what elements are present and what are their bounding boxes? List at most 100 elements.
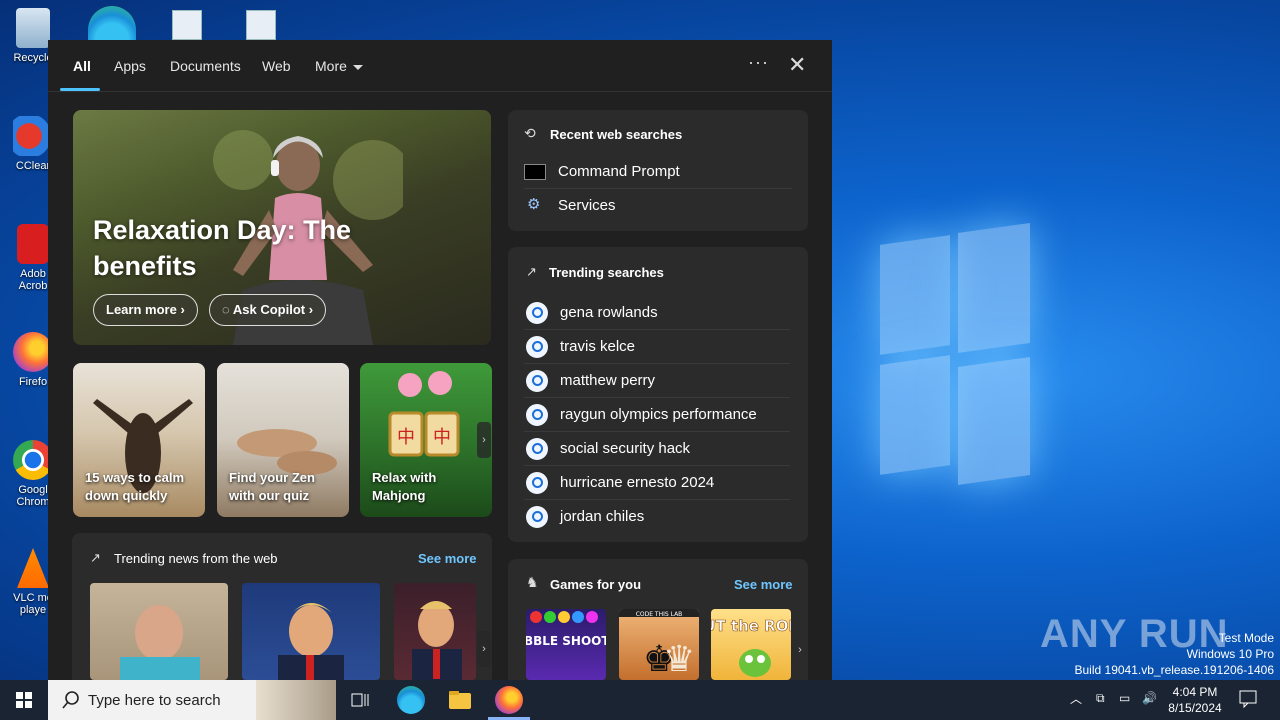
- search-tabs: All Apps Documents Web More ··· ✕: [48, 40, 832, 92]
- start-button[interactable]: [0, 680, 48, 720]
- more-options-button[interactable]: ···: [748, 52, 769, 73]
- windows-logo-wallpaper: [880, 222, 1030, 486]
- game-chess[interactable]: CODE THIS LAB ♚ ♛: [619, 609, 699, 680]
- trending-item[interactable]: social security hack: [524, 432, 790, 466]
- desktop-icon-edge[interactable]: [88, 6, 136, 40]
- search-icon: [62, 691, 79, 709]
- card-mahjong[interactable]: 中 中 Relax with Mahjong: [360, 363, 492, 517]
- trending-item-label: matthew perry: [560, 372, 656, 389]
- chevron-right-icon: ›: [308, 302, 314, 317]
- vlc-icon: [17, 548, 49, 588]
- recent-searches-title: Recent web searches: [550, 127, 683, 142]
- trending-icon: ↗: [90, 550, 101, 565]
- watermark-line-3: Build 19041.vb_release.191206-1406: [1074, 663, 1275, 677]
- game-image: CODE THIS LAB ♚♛: [619, 609, 699, 680]
- tab-more-label: More: [315, 58, 347, 74]
- cards-next-button[interactable]: ›: [477, 422, 491, 458]
- taskbar-search-box[interactable]: Type here to search: [48, 680, 336, 720]
- card-calm-down[interactable]: 15 ways to calm down quickly: [73, 363, 205, 517]
- games-title: Games for you: [550, 577, 642, 592]
- trending-item[interactable]: gena rowlands: [524, 296, 790, 330]
- tab-apps[interactable]: Apps: [114, 58, 146, 74]
- hero-card[interactable]: Relaxation Day: The benefits Learn more …: [73, 110, 491, 345]
- trending-item-label: hurricane ernesto 2024: [560, 474, 715, 491]
- search-icon: [526, 370, 548, 392]
- game-bubble-shooter[interactable]: BUBBLE SHOOTER: [526, 609, 606, 680]
- news-item-2[interactable]: [242, 583, 380, 680]
- recent-item-command-prompt[interactable]: Command Prompt: [524, 155, 792, 189]
- desktop-icon-label: Firefo: [18, 376, 48, 388]
- news-item-3[interactable]: [394, 583, 476, 680]
- learn-more-button[interactable]: Learn more ›: [93, 294, 198, 326]
- trending-item[interactable]: raygun olympics performance: [524, 398, 790, 432]
- close-button[interactable]: ✕: [788, 52, 806, 78]
- taskbar-clock[interactable]: 4:04 PM 8/15/2024: [1160, 684, 1230, 716]
- tab-more[interactable]: More: [315, 58, 363, 74]
- trending-item-label: raygun olympics performance: [560, 406, 757, 423]
- notifications-button[interactable]: [1238, 688, 1258, 720]
- trending-item[interactable]: matthew perry: [524, 364, 790, 398]
- news-next-button[interactable]: ›: [477, 631, 491, 667]
- news-image: [278, 603, 344, 680]
- game-image: CUT the ROPE: [711, 617, 791, 677]
- trending-searches-box: ↗ Trending searches gena rowlands travis…: [508, 247, 808, 542]
- search-placeholder: Type here to search: [88, 692, 221, 709]
- trending-searches-title: Trending searches: [549, 265, 664, 280]
- tray-icon: ⧉: [1096, 691, 1105, 705]
- edge-taskbar-icon[interactable]: [397, 686, 425, 714]
- search-icon: [526, 404, 548, 426]
- ask-copilot-button[interactable]: ◌ Ask Copilot ›: [209, 294, 327, 326]
- command-prompt-icon: [524, 164, 546, 180]
- trending-item-label: jordan chiles: [560, 508, 645, 525]
- chevron-up-icon: ︿: [1070, 692, 1083, 706]
- chevron-right-icon: ›: [180, 302, 185, 317]
- active-tab-indicator: [60, 88, 100, 91]
- search-icon: [526, 336, 548, 358]
- news-item-1[interactable]: [90, 583, 228, 680]
- trending-news-title: Trending news from the web: [114, 551, 278, 566]
- firefox-icon: [13, 332, 53, 372]
- task-view-button[interactable]: [346, 686, 374, 714]
- search-panel: All Apps Documents Web More ··· ✕ Relaxa…: [48, 40, 832, 680]
- tab-all[interactable]: All: [73, 58, 91, 74]
- trending-item[interactable]: hurricane ernesto 2024: [524, 466, 790, 500]
- search-icon: [526, 302, 548, 324]
- volume-tray-icon[interactable]: 🔊: [1142, 691, 1157, 720]
- show-hidden-icons-button[interactable]: ︿: [1070, 690, 1082, 720]
- task-view-icon: [351, 693, 369, 707]
- recent-searches-box: ⟲ Recent web searches Command Prompt ⚙ S…: [508, 110, 808, 231]
- tab-documents[interactable]: Documents: [170, 58, 241, 74]
- tab-web[interactable]: Web: [262, 58, 291, 74]
- games-see-more-link[interactable]: See more: [734, 577, 793, 592]
- trending-item[interactable]: jordan chiles: [524, 500, 790, 534]
- recent-item-services[interactable]: ⚙ Services: [524, 189, 792, 223]
- chat-icon: ◌: [222, 302, 230, 317]
- clock-time: 4:04 PM: [1172, 685, 1218, 699]
- trending-icon: ↗: [526, 264, 537, 279]
- recent-item-label: Command Prompt: [558, 163, 680, 180]
- file-explorer-taskbar-icon[interactable]: [446, 686, 474, 714]
- hero-title: Relaxation Day: The benefits: [93, 215, 352, 281]
- ask-copilot-label: Ask Copilot: [232, 302, 306, 317]
- firefox-taskbar-icon[interactable]: [495, 686, 523, 714]
- network-tray-icon[interactable]: ▭: [1119, 691, 1130, 720]
- game-cut-the-rope[interactable]: CUT the ROPE: [711, 609, 791, 680]
- games-next-button[interactable]: ›: [793, 632, 807, 668]
- card-zen-quiz[interactable]: Find your Zen with our quiz: [217, 363, 349, 517]
- svg-text:♛: ♛: [663, 639, 695, 680]
- trending-item[interactable]: travis kelce: [524, 330, 790, 364]
- notification-icon: [1239, 690, 1257, 709]
- windows-icon: [16, 692, 32, 708]
- card-label: Find your Zen with our quiz: [229, 470, 315, 503]
- trending-item-label: social security hack: [560, 440, 691, 457]
- desktop-icon-label: CClear: [15, 160, 51, 172]
- desktop-icon-file-1[interactable]: [172, 10, 202, 40]
- speaker-icon: 🔊: [1142, 691, 1157, 705]
- tray-app-icon[interactable]: ⧉: [1096, 691, 1105, 720]
- svg-text:中: 中: [433, 427, 451, 448]
- news-see-more-link[interactable]: See more: [418, 551, 477, 566]
- taskbar: Type here to search ︿ ⧉ ▭ 🔊 4:04 PM 8/15…: [0, 680, 1280, 720]
- desktop-icon-file-2[interactable]: [246, 10, 276, 40]
- search-icon: [526, 472, 548, 494]
- search-icon: [526, 506, 548, 528]
